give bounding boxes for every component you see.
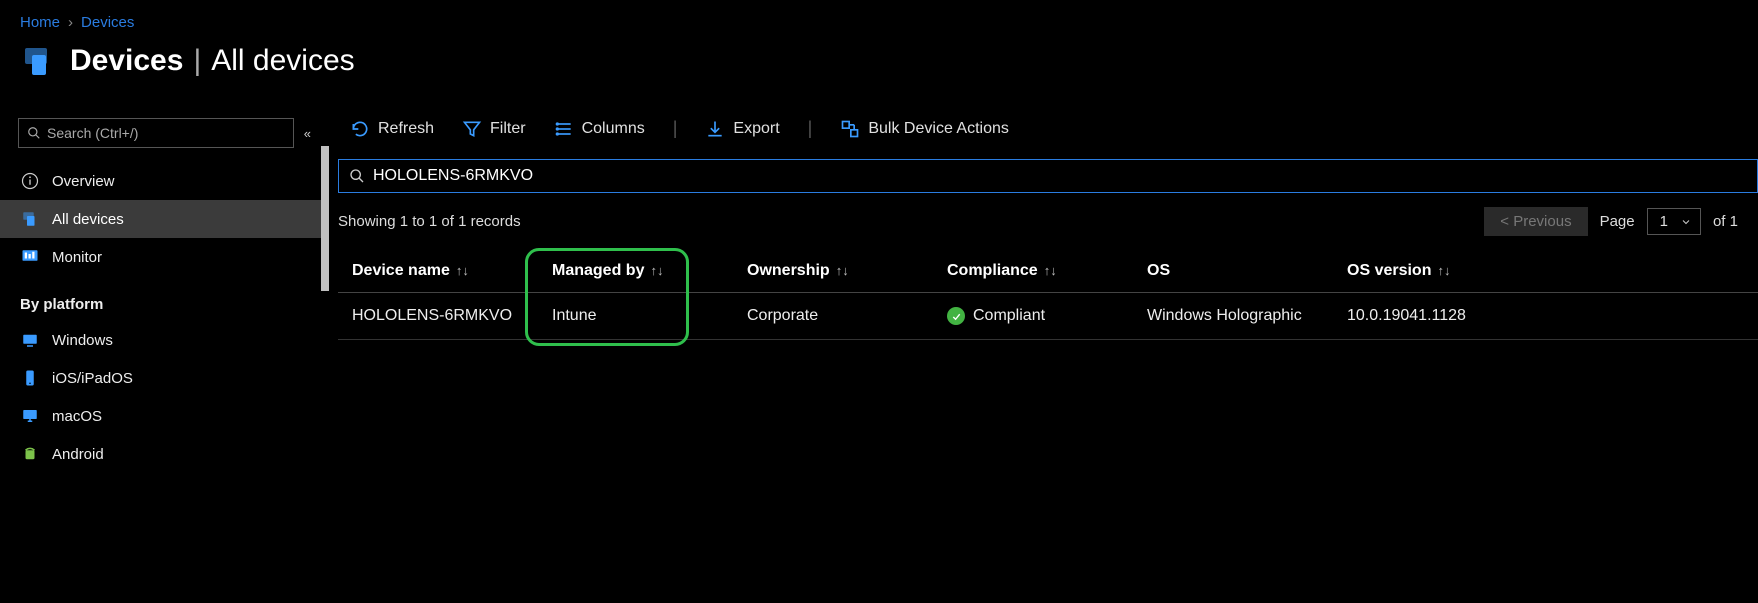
sidebar-item-android[interactable]: Android [0,435,329,473]
col-managed-by[interactable]: Managed by↑↓ [538,250,733,293]
main-search-input[interactable] [373,167,1747,185]
page-title-bar: Devices | All devices [0,39,1758,100]
sidebar-item-label: Android [52,446,104,463]
previous-button[interactable]: < Previous [1484,207,1587,236]
sidebar-item-label: macOS [52,408,102,425]
breadcrumb-home[interactable]: Home [20,14,60,31]
check-circle-icon [947,307,965,325]
toolbar-label: Export [733,120,779,138]
devices-small-icon [20,210,40,228]
search-icon [349,168,365,184]
toolbar-separator: | [673,118,678,139]
cell-managed-by: Intune [538,293,733,340]
chevron-down-icon [1680,216,1692,228]
sort-icon: ↑↓ [456,263,469,278]
sidebar-search-placeholder: Search (Ctrl+/) [47,125,138,141]
collapse-sidebar-icon[interactable]: « [304,126,311,141]
main-content: Refresh Filter Columns | Export | [330,100,1758,603]
sort-icon: ↑↓ [650,263,663,278]
col-device-name[interactable]: Device name↑↓ [338,250,538,293]
sidebar-search-input[interactable]: Search (Ctrl+/) [18,118,294,148]
desktop-icon [20,407,40,425]
pager: < Previous Page 1 of 1 [1484,207,1738,236]
page-of-text: of 1 [1713,213,1738,230]
columns-button[interactable]: Columns [554,119,645,139]
sidebar-item-windows[interactable]: Windows [0,321,329,359]
sidebar-item-ios[interactable]: iOS/iPadOS [0,359,329,397]
toolbar-separator: | [808,118,813,139]
sidebar-item-label: Monitor [52,249,102,266]
breadcrumb-devices[interactable]: Devices [81,14,134,31]
sort-icon: ↑↓ [1437,263,1450,278]
cell-device-name: HOLOLENS-6RMKVO [338,293,538,340]
bulk-icon [840,119,860,139]
devices-table: Device name↑↓ Managed by↑↓ Ownership↑↓ C… [338,250,1758,340]
toolbar-label: Refresh [378,120,434,138]
table-row[interactable]: HOLOLENS-6RMKVO Intune Corporate Complia… [338,293,1758,340]
col-os[interactable]: OS [1133,250,1333,293]
sidebar-item-label: iOS/iPadOS [52,370,133,387]
sidebar: Search (Ctrl+/) « Overview All devices [0,100,330,603]
cell-os: Windows Holographic [1133,293,1333,340]
sidebar-item-all-devices[interactable]: All devices [0,200,329,238]
sidebar-item-monitor[interactable]: Monitor [0,238,329,276]
phone-icon [20,369,40,387]
sidebar-scrollbar[interactable] [321,146,329,291]
sidebar-item-label: Windows [52,332,113,349]
toolbar: Refresh Filter Columns | Export | [330,118,1758,159]
info-icon [20,172,40,190]
search-icon [27,126,41,140]
sidebar-section-platform: By platform [0,276,329,321]
download-icon [705,119,725,139]
windows-icon [20,331,40,349]
devices-icon [20,43,56,79]
monitor-icon [20,248,40,266]
columns-icon [554,119,574,139]
sidebar-item-label: Overview [52,173,115,190]
table-header-row: Device name↑↓ Managed by↑↓ Ownership↑↓ C… [338,250,1758,293]
col-compliance[interactable]: Compliance↑↓ [933,250,1133,293]
records-count: Showing 1 to 1 of 1 records [338,213,521,230]
sidebar-item-overview[interactable]: Overview [0,162,329,200]
android-icon [20,445,40,463]
export-button[interactable]: Export [705,119,779,139]
page-label: Page [1600,213,1635,230]
refresh-icon [350,119,370,139]
page-number: 1 [1660,213,1668,230]
bulk-actions-button[interactable]: Bulk Device Actions [840,119,1009,139]
page-title: Devices | All devices [70,44,355,78]
filter-button[interactable]: Filter [462,119,526,139]
sort-icon: ↑↓ [836,263,849,278]
sort-icon: ↑↓ [1044,263,1057,278]
page-select[interactable]: 1 [1647,208,1701,235]
main-search[interactable] [338,159,1758,193]
toolbar-label: Bulk Device Actions [868,120,1009,138]
filter-icon [462,119,482,139]
cell-compliance: Compliant [933,293,1133,340]
col-ownership[interactable]: Ownership↑↓ [733,250,933,293]
chevron-right-icon: › [68,14,73,31]
sidebar-item-label: All devices [52,211,124,228]
cell-ownership: Corporate [733,293,933,340]
cell-os-version: 10.0.19041.1128 [1333,293,1758,340]
sidebar-item-macos[interactable]: macOS [0,397,329,435]
toolbar-label: Columns [582,120,645,138]
breadcrumb: Home › Devices [0,0,1758,39]
col-os-version[interactable]: OS version↑↓ [1333,250,1758,293]
toolbar-label: Filter [490,120,526,138]
refresh-button[interactable]: Refresh [350,119,434,139]
